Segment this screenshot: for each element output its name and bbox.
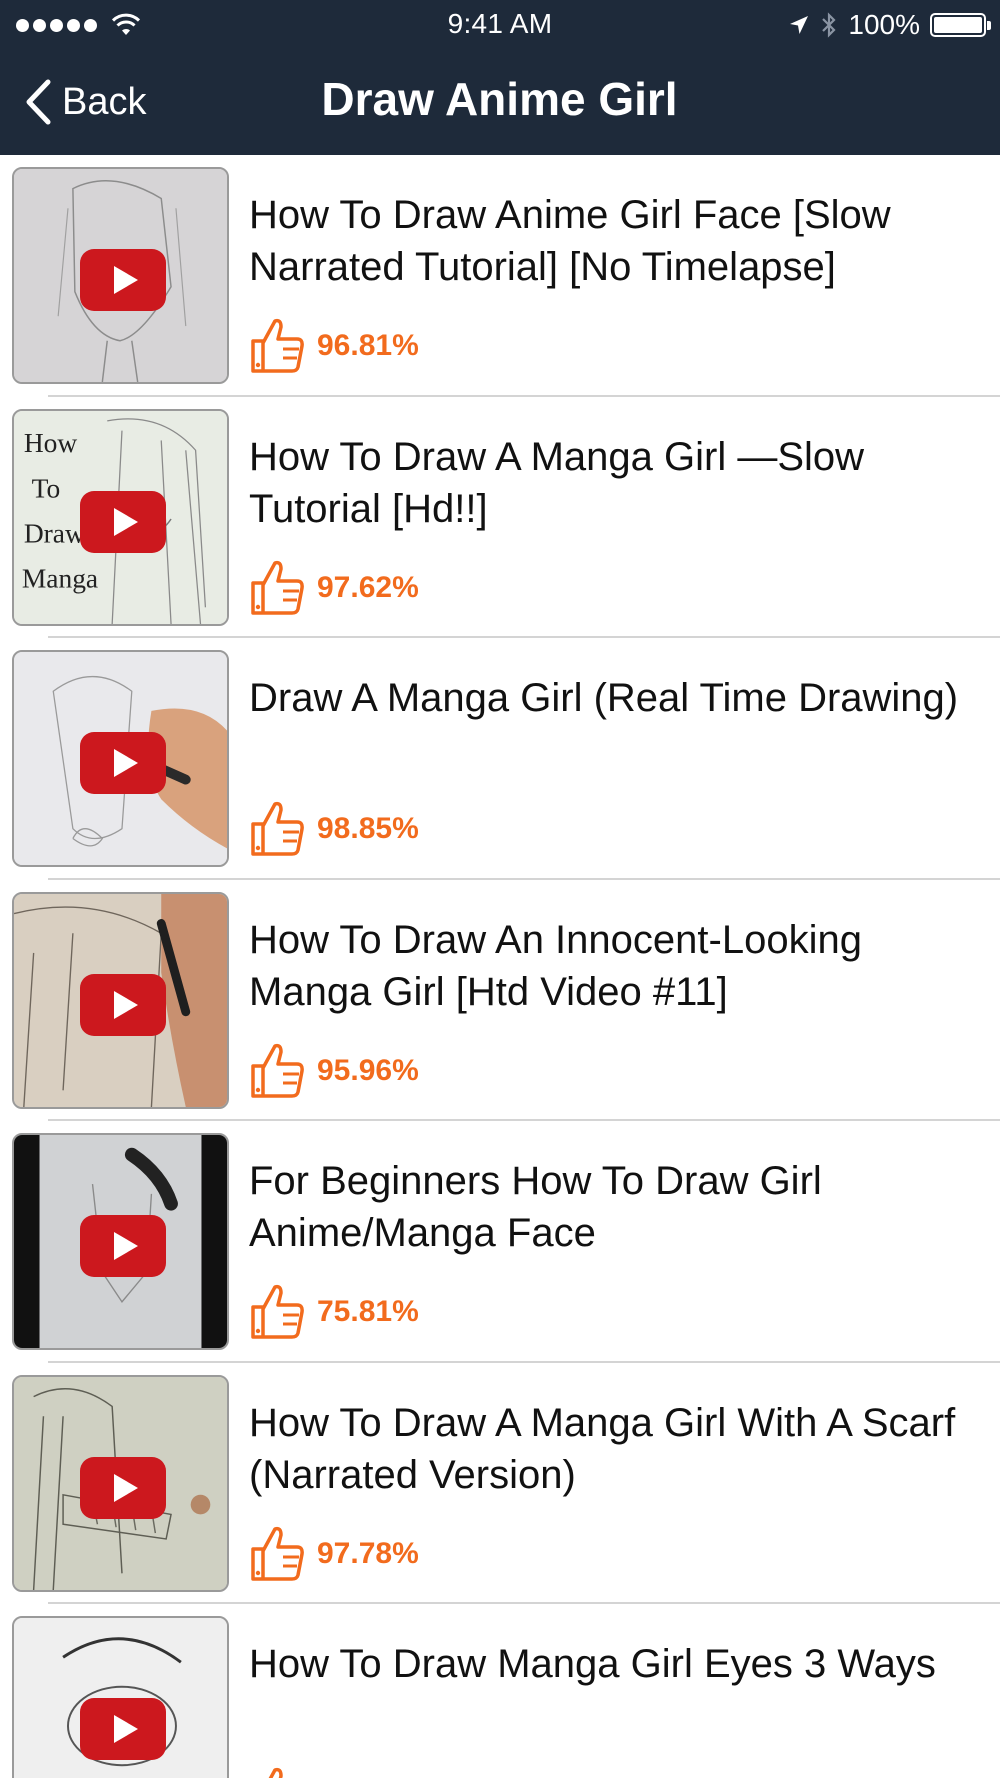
play-icon [80, 973, 166, 1036]
video-list: How To Draw Anime Girl Face [Slow Narrat… [0, 155, 1000, 1778]
thumbs-up-icon [251, 1284, 304, 1339]
battery-icon [930, 13, 991, 37]
video-rating [249, 1764, 317, 1778]
video-thumbnail [12, 1616, 229, 1778]
thumb-caption-1: How [24, 428, 78, 458]
app-screen: 9:41 AM 100% Back Draw Anime Girl How To… [0, 0, 1000, 1778]
video-rating: 98.85% [249, 798, 419, 860]
thumb-caption-4: Manga [22, 563, 98, 593]
thumbs-up-icon [251, 801, 304, 856]
top-bar: 9:41 AM 100% Back Draw Anime Girl [0, 0, 1000, 155]
video-rating: 96.81% [249, 315, 419, 377]
video-thumbnail [12, 1374, 229, 1592]
thumb-caption-3: Draw [24, 518, 85, 548]
thumbs-up-icon [251, 1526, 304, 1581]
play-icon [80, 1698, 166, 1760]
navigation-bar: Back Draw Anime Girl [0, 50, 1000, 155]
play-icon [80, 249, 166, 311]
video-row[interactable]: How To Draw A Manga Girl With A Scarf (N… [0, 1363, 1000, 1604]
video-title: Draw A Manga Girl (Real Time Drawing) [249, 676, 959, 720]
page-title: Draw Anime Girl [321, 73, 678, 125]
thumbs-up-icon [268, 1767, 283, 1778]
status-bar: 9:41 AM 100% [0, 0, 1000, 50]
video-rating: 97.62% [249, 557, 419, 619]
video-thumbnail [12, 891, 229, 1109]
thumbs-up-icon [251, 560, 304, 615]
play-icon [80, 490, 166, 553]
video-thumbnail [12, 167, 229, 384]
video-row[interactable]: For Beginners How To Draw Girl Anime/Man… [0, 1121, 1000, 1363]
rating-percent: 97.62% [317, 570, 419, 604]
video-row[interactable]: How To Draw Anime Girl Face [Slow Narrat… [0, 155, 1000, 397]
play-icon [80, 1215, 166, 1277]
video-title: For Beginners How To Draw Girl Anime/Man… [249, 1159, 822, 1255]
rating-percent: 96.81% [317, 329, 419, 362]
video-rating: 97.78% [249, 1523, 419, 1585]
video-row[interactable]: How To Draw Manga How To Draw A Manga Gi… [0, 397, 1000, 638]
video-rating: 95.96% [249, 1040, 419, 1102]
video-title: How To Draw Anime Girl Face [Slow Narrat… [249, 193, 891, 289]
video-title: How To Draw Manga Girl Eyes 3 Ways [249, 1642, 936, 1686]
video-rating: 75.81% [249, 1281, 419, 1343]
status-right: 100% [788, 8, 991, 42]
thumb-caption-2: To [32, 473, 61, 503]
video-title: How To Draw A Manga Girl With A Scarf (N… [249, 1400, 956, 1497]
video-thumbnail: How To Draw Manga [12, 408, 229, 626]
rating-percent: 75.81% [317, 1295, 419, 1328]
thumbs-up-icon [251, 318, 304, 373]
location-arrow-icon [790, 16, 809, 34]
video-row[interactable]: How To Draw An Innocent-Looking Manga Gi… [0, 880, 1000, 1121]
video-title: How To Draw An Innocent-Looking Manga Gi… [249, 917, 862, 1014]
rating-percent: 95.96% [317, 1053, 419, 1087]
video-row[interactable]: How To Draw Manga Girl Eyes 3 Ways [0, 1604, 1000, 1778]
video-thumbnail [12, 650, 229, 867]
battery-percent: 100% [848, 9, 920, 40]
rating-percent: 97.78% [317, 1536, 419, 1570]
thumbs-up-icon [251, 1043, 304, 1098]
video-row[interactable]: Draw A Manga Girl (Real Time Drawing) 98… [0, 638, 1000, 880]
rating-percent: 98.85% [317, 812, 419, 845]
video-thumbnail [12, 1133, 229, 1350]
video-title: How To Draw A Manga Girl —Slow Tutorial … [249, 434, 865, 531]
bluetooth-icon [822, 12, 836, 38]
play-icon [80, 1456, 166, 1519]
play-icon [80, 732, 166, 794]
